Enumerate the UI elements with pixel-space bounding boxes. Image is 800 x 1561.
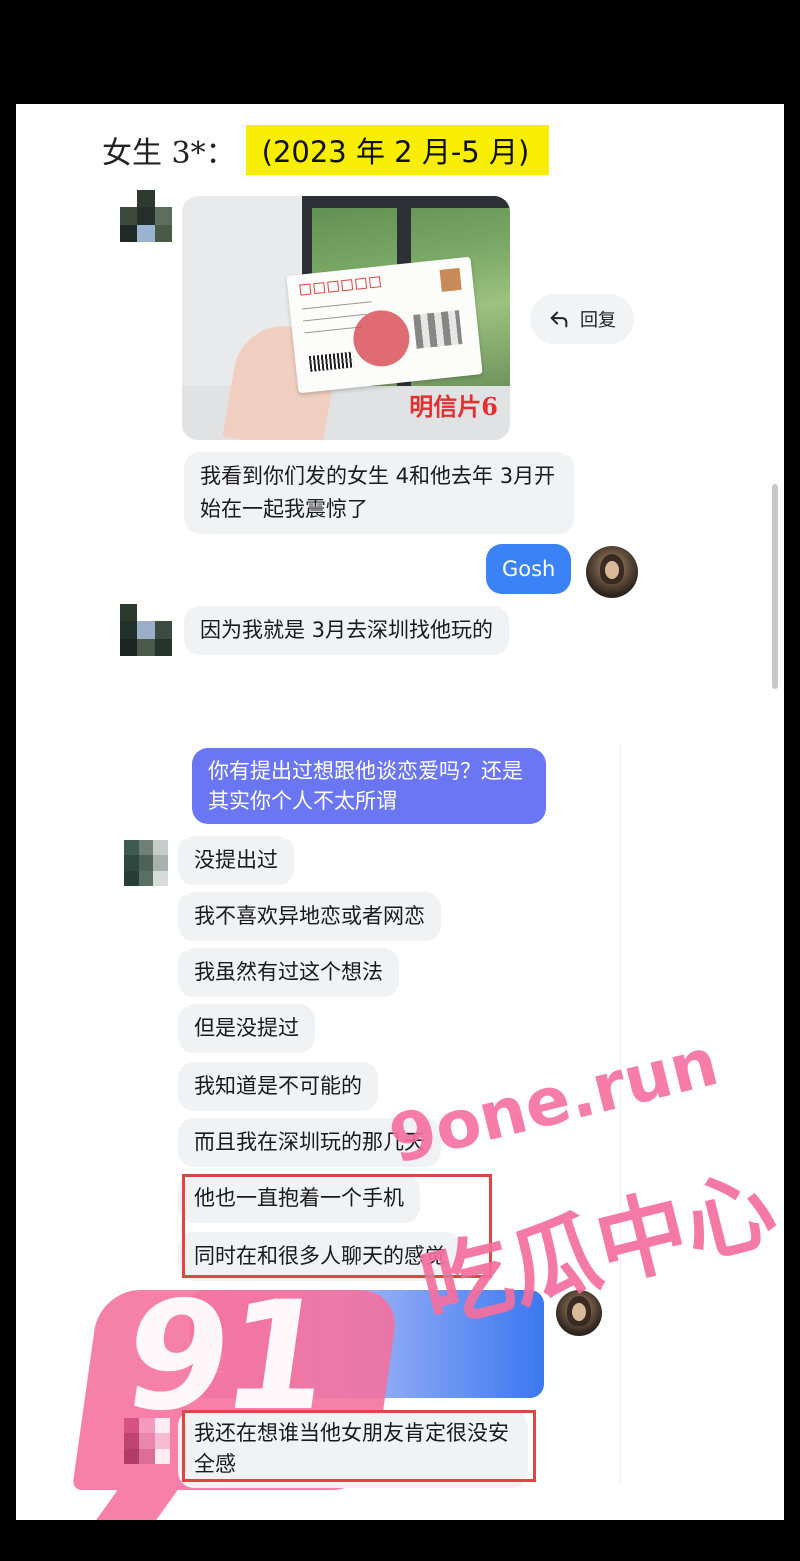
message-bubble: 但是没提过 <box>178 1004 315 1053</box>
scrollbar-thumb[interactable] <box>772 484 778 689</box>
message-bubble: 我知道是不可能的 <box>178 1062 378 1111</box>
user-avatar[interactable] <box>586 546 638 598</box>
contact-avatar[interactable] <box>124 840 168 886</box>
reply-button-label: 回复 <box>580 310 616 331</box>
caption-header: 女生 3*： (2023 年 2 月-5 月) <box>102 125 550 175</box>
caption-label: 女生 3*： <box>102 136 236 171</box>
postcard-image <box>286 256 483 394</box>
reply-arrow-icon <box>550 311 568 328</box>
message-bubble: 我虽然有过这个想法 <box>178 948 399 997</box>
screenshot-page: 女生 3*： (2023 年 2 月-5 月) 明信片6 回复 我看到你们发的女… <box>16 104 784 1520</box>
photo-caption: 明信片6 <box>409 392 498 421</box>
message-bubble: 我不喜欢异地恋或者网恋 <box>178 892 441 941</box>
message-bubble: 因为我就是 3月去深圳找他玩的 <box>184 606 510 655</box>
barcode <box>308 351 355 372</box>
red-seal <box>350 307 413 370</box>
postcard-photo[interactable]: 明信片6 <box>182 196 510 440</box>
contact-avatar[interactable] <box>120 190 172 242</box>
contact-avatar[interactable] <box>120 604 172 656</box>
caption-date-range: (2023 年 2 月-5 月) <box>245 125 550 175</box>
reply-button[interactable]: 回复 <box>530 294 634 344</box>
red-highlight-box <box>182 1410 536 1482</box>
contact-avatar[interactable] <box>124 1418 170 1464</box>
mosaic-blur <box>413 310 463 349</box>
postage-stamp <box>439 267 462 292</box>
message-bubble: 没提出过 <box>178 836 294 885</box>
message-bubble: 我看到你们发的女生 4和他去年 3月开始在一起我震惊了 <box>184 452 574 534</box>
message-bubble-outgoing: Gosh <box>486 544 572 594</box>
message-bubble-outgoing: 你有提出过想跟他谈恋爱吗？还是其实你个人不太所谓 <box>192 748 546 824</box>
